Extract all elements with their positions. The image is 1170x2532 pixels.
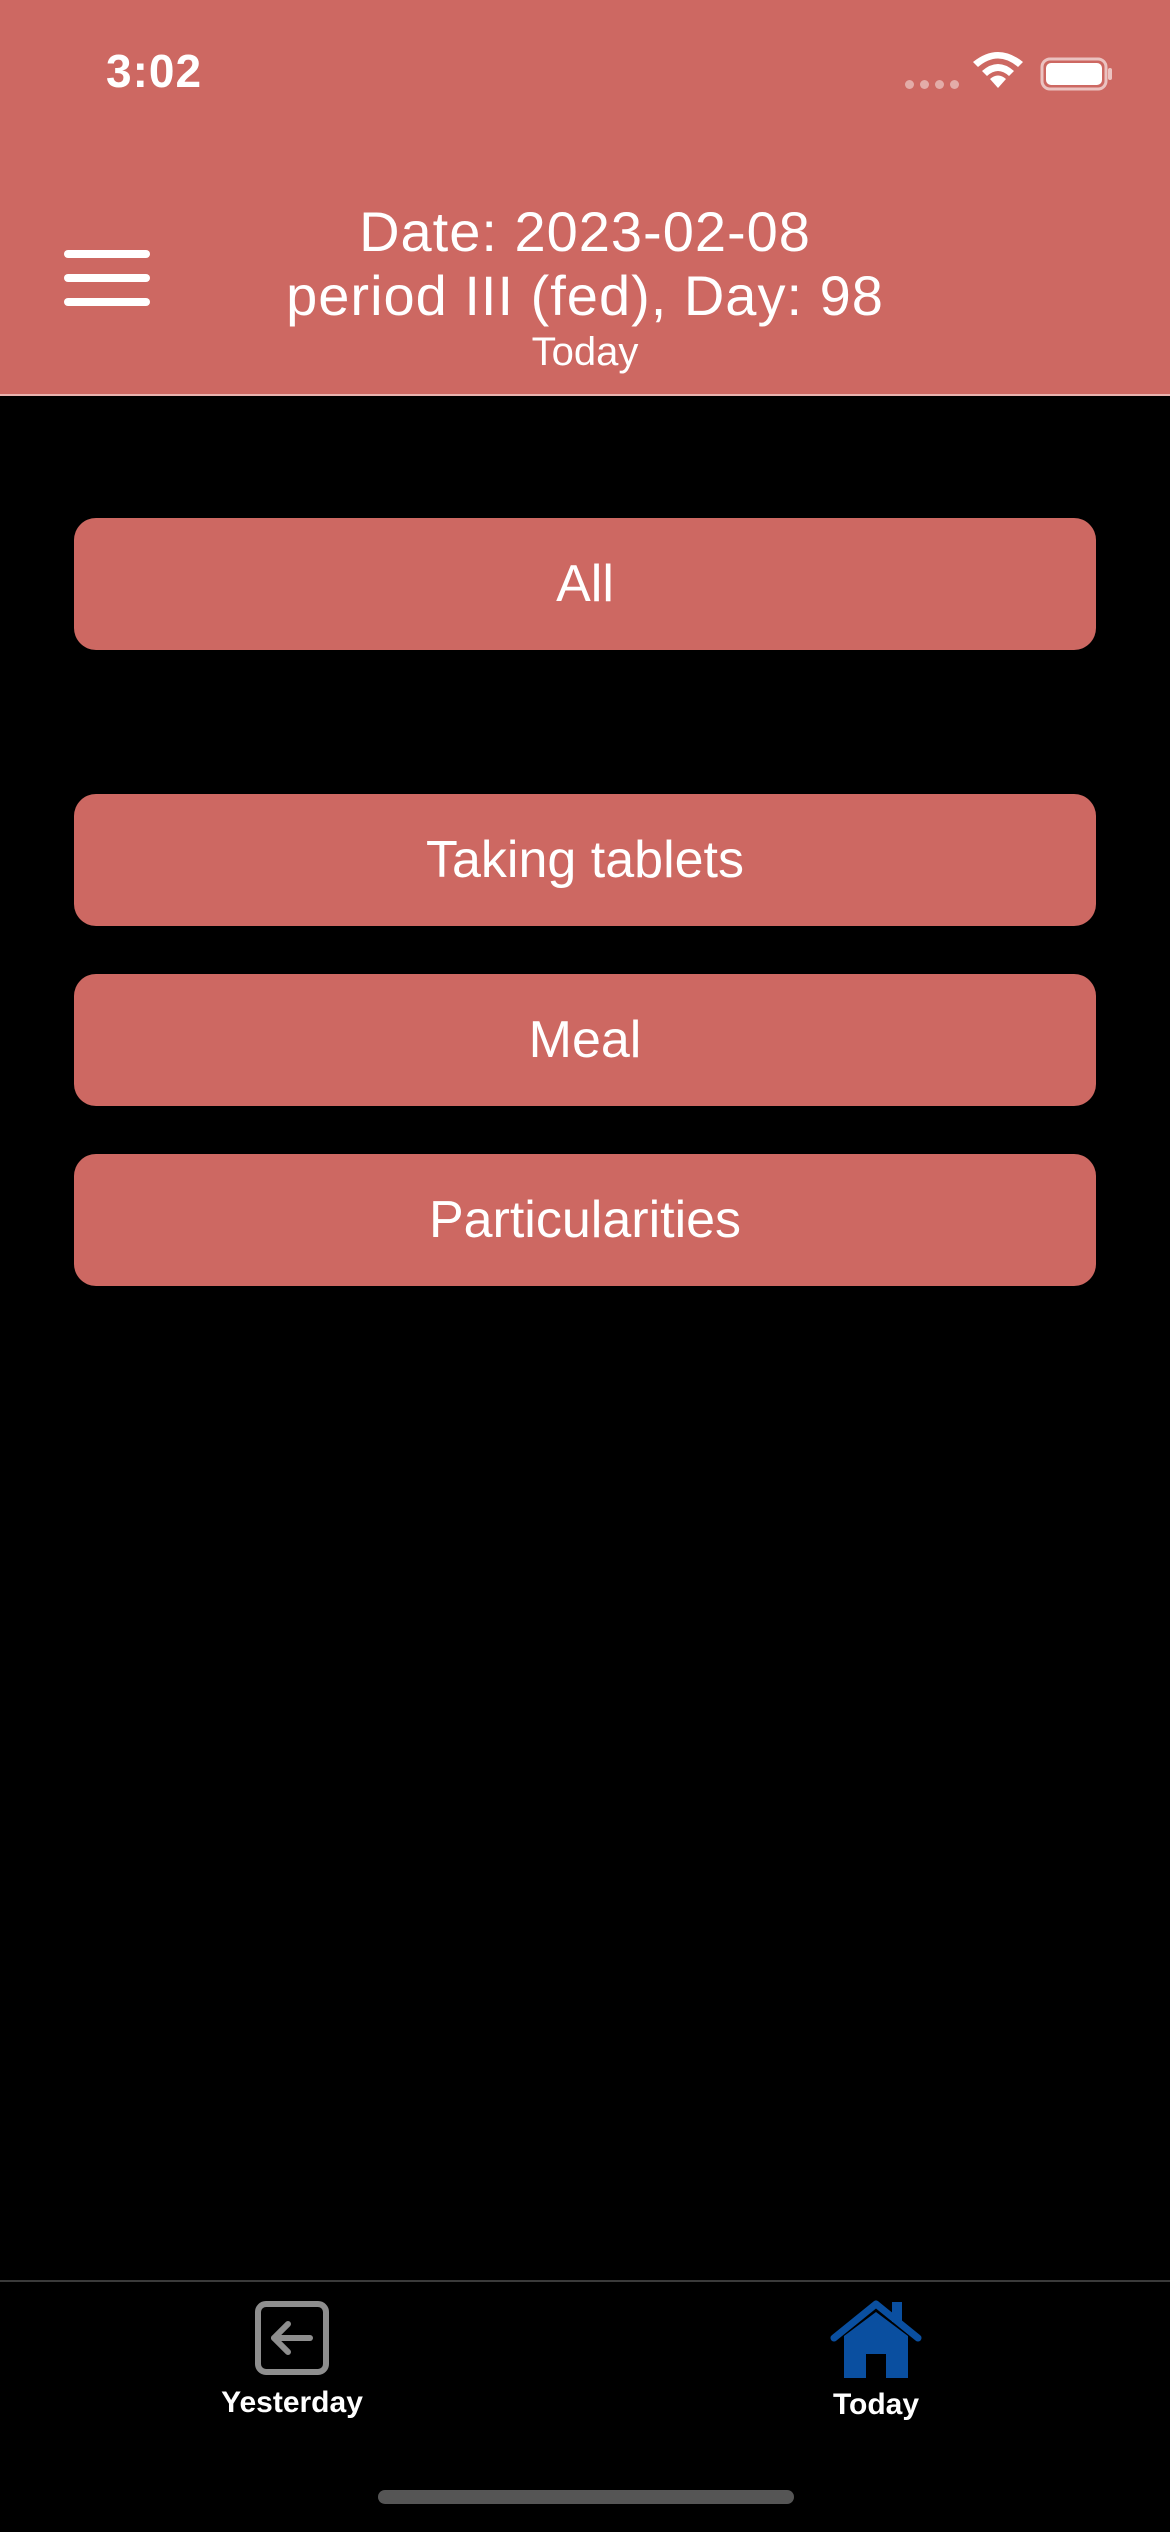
app-screen: 3:02 Date: 2023-02-08 period III (fed), … xyxy=(0,0,1170,2532)
particularities-button[interactable]: Particularities xyxy=(74,1154,1096,1286)
status-time: 3:02 xyxy=(106,45,203,97)
tab-today-label: Today xyxy=(832,2388,920,2421)
home-indicator xyxy=(378,2490,794,2504)
meal-button[interactable]: Meal xyxy=(74,974,1096,1106)
period-line: period III (fed), Day: 98 xyxy=(286,264,884,327)
arrow-left-square-icon xyxy=(255,2301,329,2375)
tab-today[interactable]: Today xyxy=(726,2300,1026,2440)
header-title: Date: 2023-02-08 period III (fed), Day: … xyxy=(0,200,1170,374)
tab-yesterday-label: Yesterday xyxy=(221,2386,363,2419)
header: 3:02 Date: 2023-02-08 period III (fed), … xyxy=(0,0,1170,396)
date-line: Date: 2023-02-08 xyxy=(359,200,811,263)
taking-tablets-button[interactable]: Taking tablets xyxy=(74,794,1096,926)
battery-icon xyxy=(1040,57,1112,91)
home-icon xyxy=(830,2300,922,2378)
wifi-icon xyxy=(973,52,1023,88)
today-label: Today xyxy=(531,330,639,374)
cellular-signal-icon xyxy=(905,80,959,89)
all-button[interactable]: All xyxy=(74,518,1096,650)
tab-yesterday[interactable]: Yesterday xyxy=(142,2300,442,2440)
